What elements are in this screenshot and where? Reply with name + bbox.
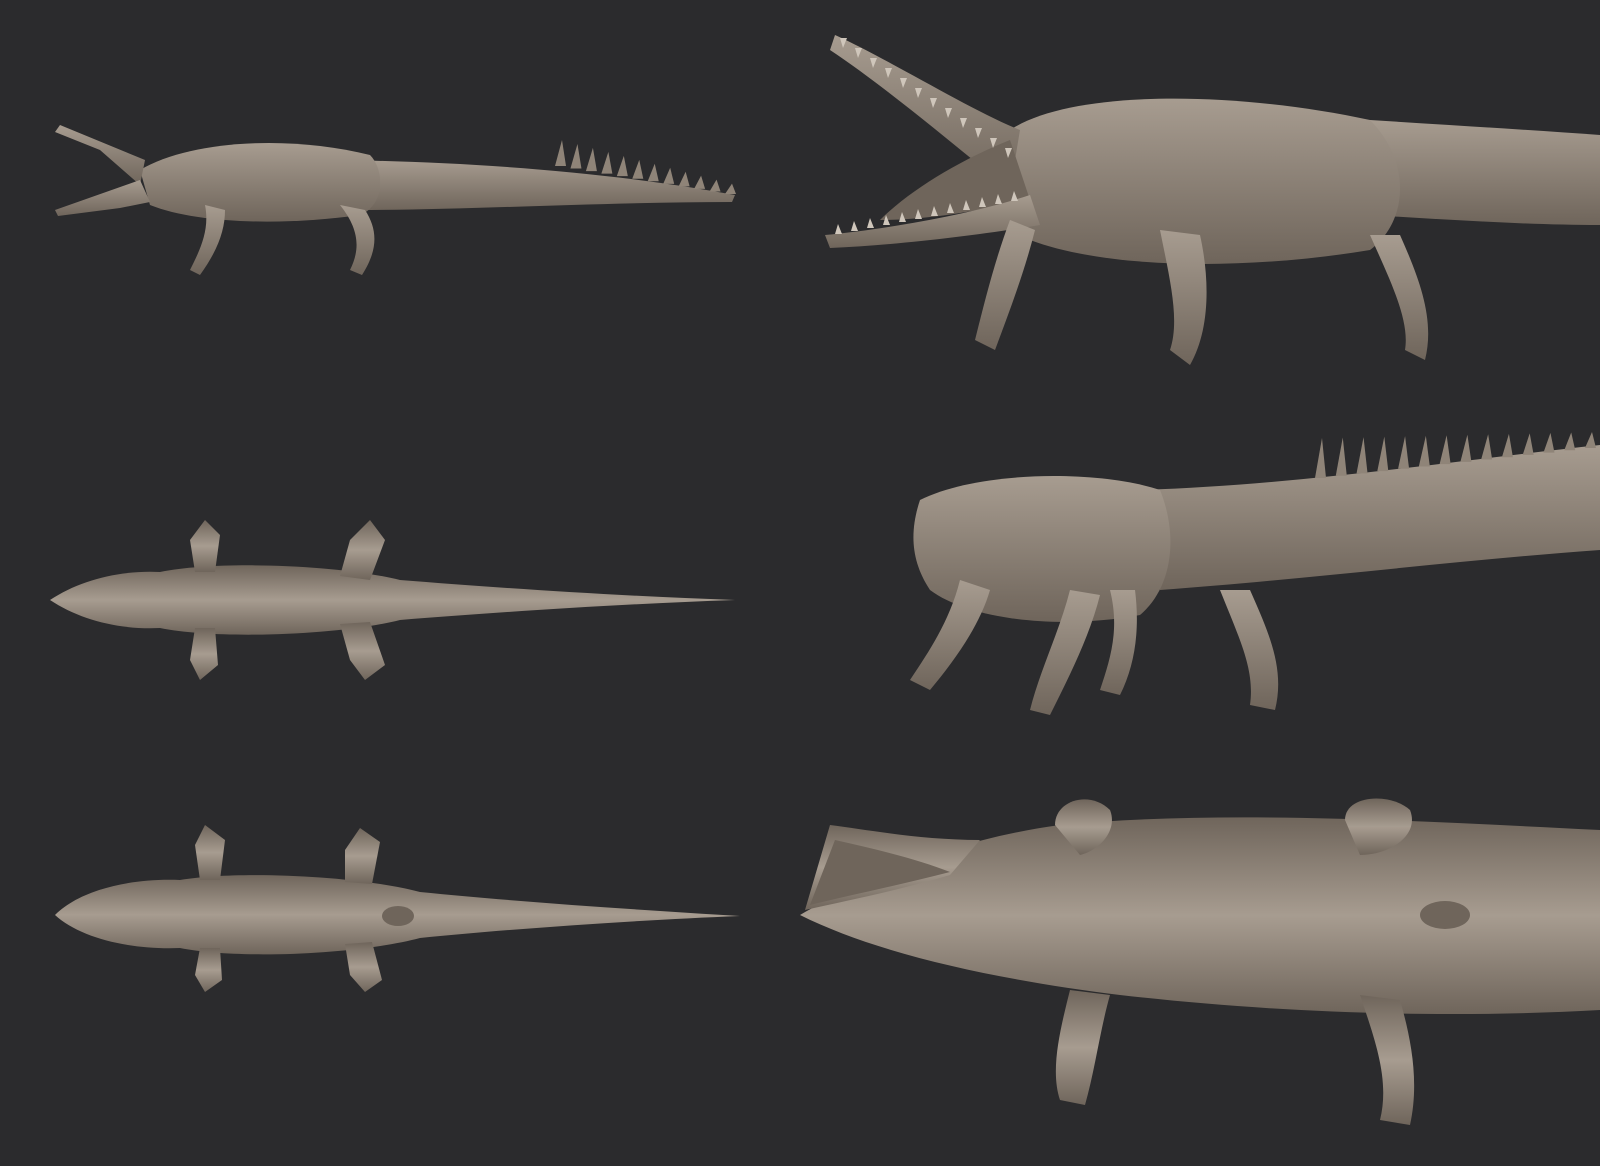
crocodile-bottom-view: [40, 820, 760, 1000]
scute: [709, 179, 721, 192]
scute: [632, 159, 644, 179]
scute: [647, 163, 659, 182]
scute: [694, 175, 706, 189]
scute: [1481, 434, 1493, 460]
crocodile-rear-view: [900, 432, 1600, 740]
crocodile-front-silhouette: [825, 35, 1600, 365]
scute: [616, 155, 628, 177]
crocodile-underside-view: [800, 780, 1600, 1150]
crocodile-bottom-silhouette: [55, 825, 740, 992]
scute: [1418, 435, 1430, 467]
crocodile-underside-silhouette: [800, 798, 1600, 1125]
scute: [1398, 436, 1410, 469]
crocodile-rear-silhouette: [910, 432, 1600, 715]
tooth: [835, 224, 842, 234]
scute: [725, 183, 736, 194]
render-canvas: [0, 0, 1600, 1166]
crocodile-side-silhouette: [55, 125, 736, 275]
scute: [570, 143, 582, 169]
scute: [1377, 436, 1389, 472]
scute: [1356, 437, 1368, 474]
scute: [555, 140, 566, 166]
scute: [601, 151, 613, 174]
scute: [585, 147, 597, 172]
scute: [1585, 432, 1596, 448]
crocodile-top-view: [40, 510, 760, 700]
tooth: [851, 221, 858, 231]
crocodile-top-silhouette: [50, 520, 735, 680]
scute: [1501, 433, 1513, 458]
tooth: [867, 218, 874, 228]
scute: [1460, 434, 1472, 462]
crocodile-side-view: [40, 110, 760, 300]
scute: [678, 171, 690, 187]
scute: [1315, 438, 1326, 478]
scute: [663, 167, 675, 184]
crocodile-front-open-jaw-view: [810, 20, 1600, 390]
scute: [1335, 437, 1347, 476]
scute: [1564, 432, 1576, 451]
scute: [1522, 433, 1534, 455]
scute: [1439, 435, 1451, 465]
scute: [1543, 432, 1555, 453]
